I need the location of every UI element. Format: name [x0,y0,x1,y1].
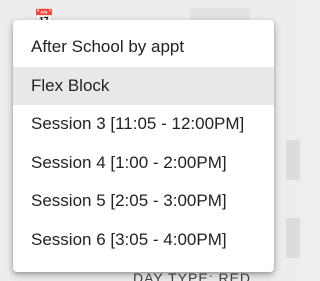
menu-item-session-4[interactable]: Session 4 [1:00 - 2:00PM] [13,144,274,183]
menu-item-flex-block[interactable]: Flex Block [13,66,274,105]
menu-item-label: Session 4 [1:00 - 2:00PM] [31,152,227,172]
menu-item-label: Flex Block [31,75,110,95]
menu-item-label: Session 3 [11:05 - 12:00PM] [31,114,245,134]
menu-item-session-3[interactable]: Session 3 [11:05 - 12:00PM] [13,105,274,144]
menu-item-after-school[interactable]: After School by appt [13,28,274,67]
menu-item-label: Session 6 [3:05 - 4:00PM] [31,229,227,249]
session-dropdown-menu: After School by appt Flex Block Session … [13,20,274,272]
background-field[interactable] [286,140,300,180]
menu-item-label: After School by appt [31,37,185,57]
menu-item-session-5[interactable]: Session 5 [2:05 - 3:00PM] [13,182,274,221]
background-field[interactable] [286,218,300,258]
menu-item-session-6[interactable]: Session 6 [3:05 - 4:00PM] [13,221,274,260]
menu-item-label: Session 5 [2:05 - 3:00PM] [31,191,227,211]
